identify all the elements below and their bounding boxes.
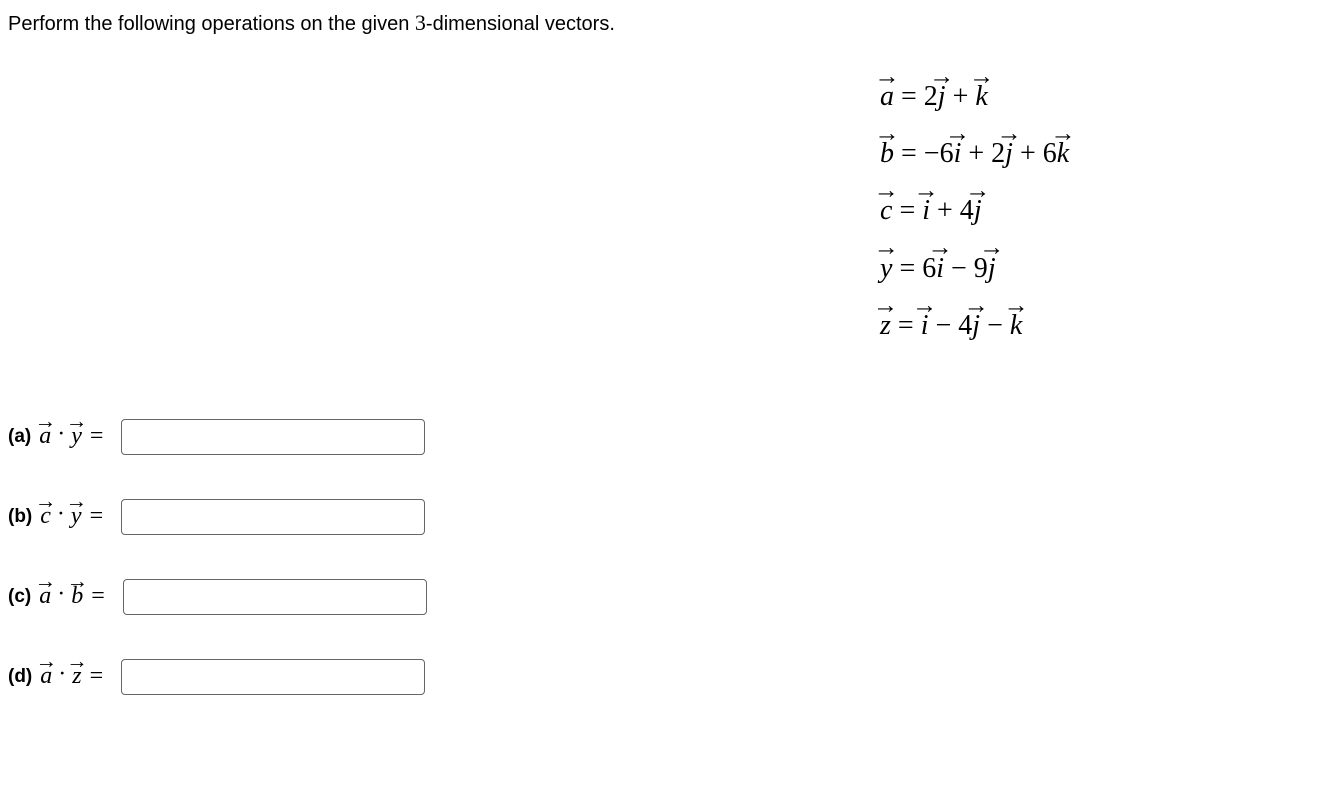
question-d-row: (d) a · z = [8, 659, 1334, 695]
answer-c-input[interactable] [123, 579, 427, 615]
equals-sign: = [91, 583, 105, 610]
instruction-text: Perform the following operations on the … [8, 8, 1334, 39]
dot-icon: · [57, 501, 65, 528]
equals-sign: = [90, 503, 104, 530]
equals-sign: = [90, 423, 104, 450]
qb-v1: c [40, 503, 51, 530]
part-d: (d) [8, 666, 32, 688]
instruction-prefix: Perform the following operations on the … [8, 13, 415, 35]
question-a-label: (a) a · y = [8, 423, 111, 450]
question-c-label: (c) a · b = [8, 583, 113, 610]
qa-v2: y [71, 423, 82, 450]
vector-z-def: z = i − 4j − k [880, 299, 1069, 352]
dot-icon: · [58, 661, 66, 688]
unit-j: j [988, 242, 996, 295]
vectors-definition: a = 2j + k b = −6i + 2j + 6k c = i + 4j … [880, 70, 1069, 356]
unit-k: k [1010, 299, 1022, 352]
part-a: (a) [8, 426, 31, 448]
qc-v2: b [71, 583, 83, 610]
answer-a-input[interactable] [121, 419, 425, 455]
dot-icon: · [57, 421, 65, 448]
answer-d-input[interactable] [121, 659, 425, 695]
qc-v1: a [39, 583, 51, 610]
vector-z-sym: z [880, 299, 891, 352]
unit-j: j [972, 299, 980, 352]
qa-v1: a [39, 423, 51, 450]
question-c-row: (c) a · b = [8, 579, 1334, 615]
unit-k: k [975, 70, 987, 123]
unit-i: i [921, 299, 929, 352]
part-b: (b) [8, 506, 32, 528]
dot-icon: · [57, 581, 65, 608]
question-b-label: (b) c · y = [8, 503, 111, 530]
instruction-three: 3 [415, 10, 426, 35]
question-b-row: (b) c · y = [8, 499, 1334, 535]
unit-i: i [954, 127, 962, 180]
question-d-label: (d) a · z = [8, 663, 111, 690]
equals-sign: = [90, 663, 104, 690]
unit-k: k [1057, 127, 1069, 180]
instruction-suffix: -dimensional vectors. [426, 13, 615, 35]
questions-block: (a) a · y = (b) c · y = (c) a · b = (d) [8, 419, 1334, 695]
unit-i: i [936, 242, 944, 295]
vector-a-def: a = 2j + k [880, 70, 1069, 123]
qb-v2: y [71, 503, 82, 530]
qd-v1: a [40, 663, 52, 690]
qd-v2: z [72, 663, 81, 690]
part-c: (c) [8, 586, 31, 608]
question-a-row: (a) a · y = [8, 419, 1334, 455]
unit-j: j [1005, 127, 1013, 180]
vector-c-def: c = i + 4j [880, 184, 1069, 237]
answer-b-input[interactable] [121, 499, 425, 535]
